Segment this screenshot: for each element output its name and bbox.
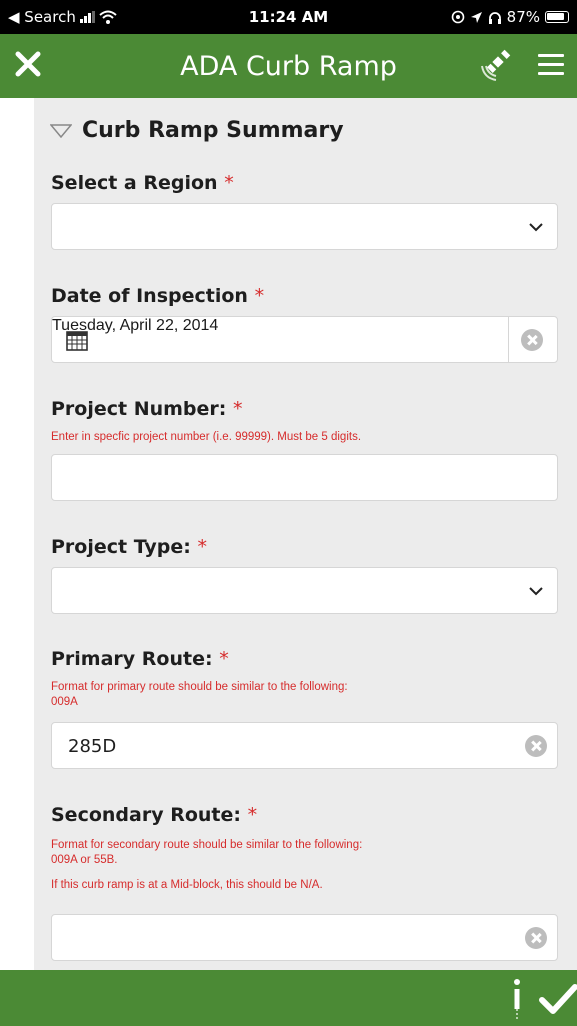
calendar-icon [66,331,88,351]
project-number-label: Project Number: * [51,398,243,420]
primary-route-label: Primary Route: * [51,648,229,670]
date-input[interactable]: Tuesday, April 22, 2014 [51,316,509,363]
primary-route-hint: Format for primary route should be simil… [51,680,531,710]
submit-button[interactable] [538,980,577,1018]
primary-route-hint-example: 009A [51,696,78,708]
form-panel: Curb Ramp Summary Select a Region * Date… [34,98,577,970]
clear-icon[interactable] [525,927,547,949]
clear-icon [521,329,543,351]
date-label: Date of Inspection * [51,285,265,307]
info-icon [514,979,520,1020]
gps-satellite-icon [481,49,511,81]
status-right: 87% [451,8,569,26]
date-field: Tuesday, April 22, 2014 [51,316,558,363]
secondary-route-hint: Format for secondary route should be sim… [51,838,531,893]
checkmark-icon [539,984,577,1014]
info-button[interactable] [508,978,526,1022]
secondary-route-label: Secondary Route: * [51,804,258,826]
primary-route-hint-line: Format for primary route should be simil… [51,681,348,693]
project-number-input[interactable] [51,454,558,501]
project-type-label: Project Type: * [51,536,208,558]
primary-route-input[interactable]: 285D [51,722,558,769]
footer-bar [0,970,577,1026]
menu-icon [533,54,569,75]
chevron-down-icon [529,587,543,596]
status-bar: ◀ Search 11:24 AM 87% [0,0,577,34]
section-toggle[interactable]: Curb Ramp Summary [50,118,344,143]
secondary-route-midblock-hint: If this curb ramp is at a Mid-block, thi… [51,879,323,891]
project-number-hint: Enter in specfic project number (i.e. 99… [51,431,362,443]
date-clear-button[interactable] [508,316,558,363]
primary-route-value: 285D [68,736,117,757]
battery-icon [545,11,569,23]
app-header: ADA Curb Ramp [0,34,577,98]
menu-button[interactable] [533,48,569,84]
clear-icon[interactable] [525,735,547,757]
section-title: Curb Ramp Summary [82,118,344,143]
secondary-route-input[interactable] [51,914,558,961]
location-icon [451,10,464,24]
secondary-route-hint-example: 009A or 55B. [51,854,118,866]
navigation-arrow-icon [470,11,482,23]
project-type-select[interactable] [51,567,558,614]
form-area: Curb Ramp Summary Select a Region * Date… [0,98,577,970]
chevron-down-icon [529,223,543,232]
secondary-route-hint-line: Format for secondary route should be sim… [51,839,363,851]
collapse-triangle-icon [50,123,72,138]
region-label: Select a Region * [51,172,234,194]
gps-button[interactable] [476,48,516,84]
headphones-icon [488,11,501,24]
region-select[interactable] [51,203,558,250]
battery-percent: 87% [506,8,540,26]
